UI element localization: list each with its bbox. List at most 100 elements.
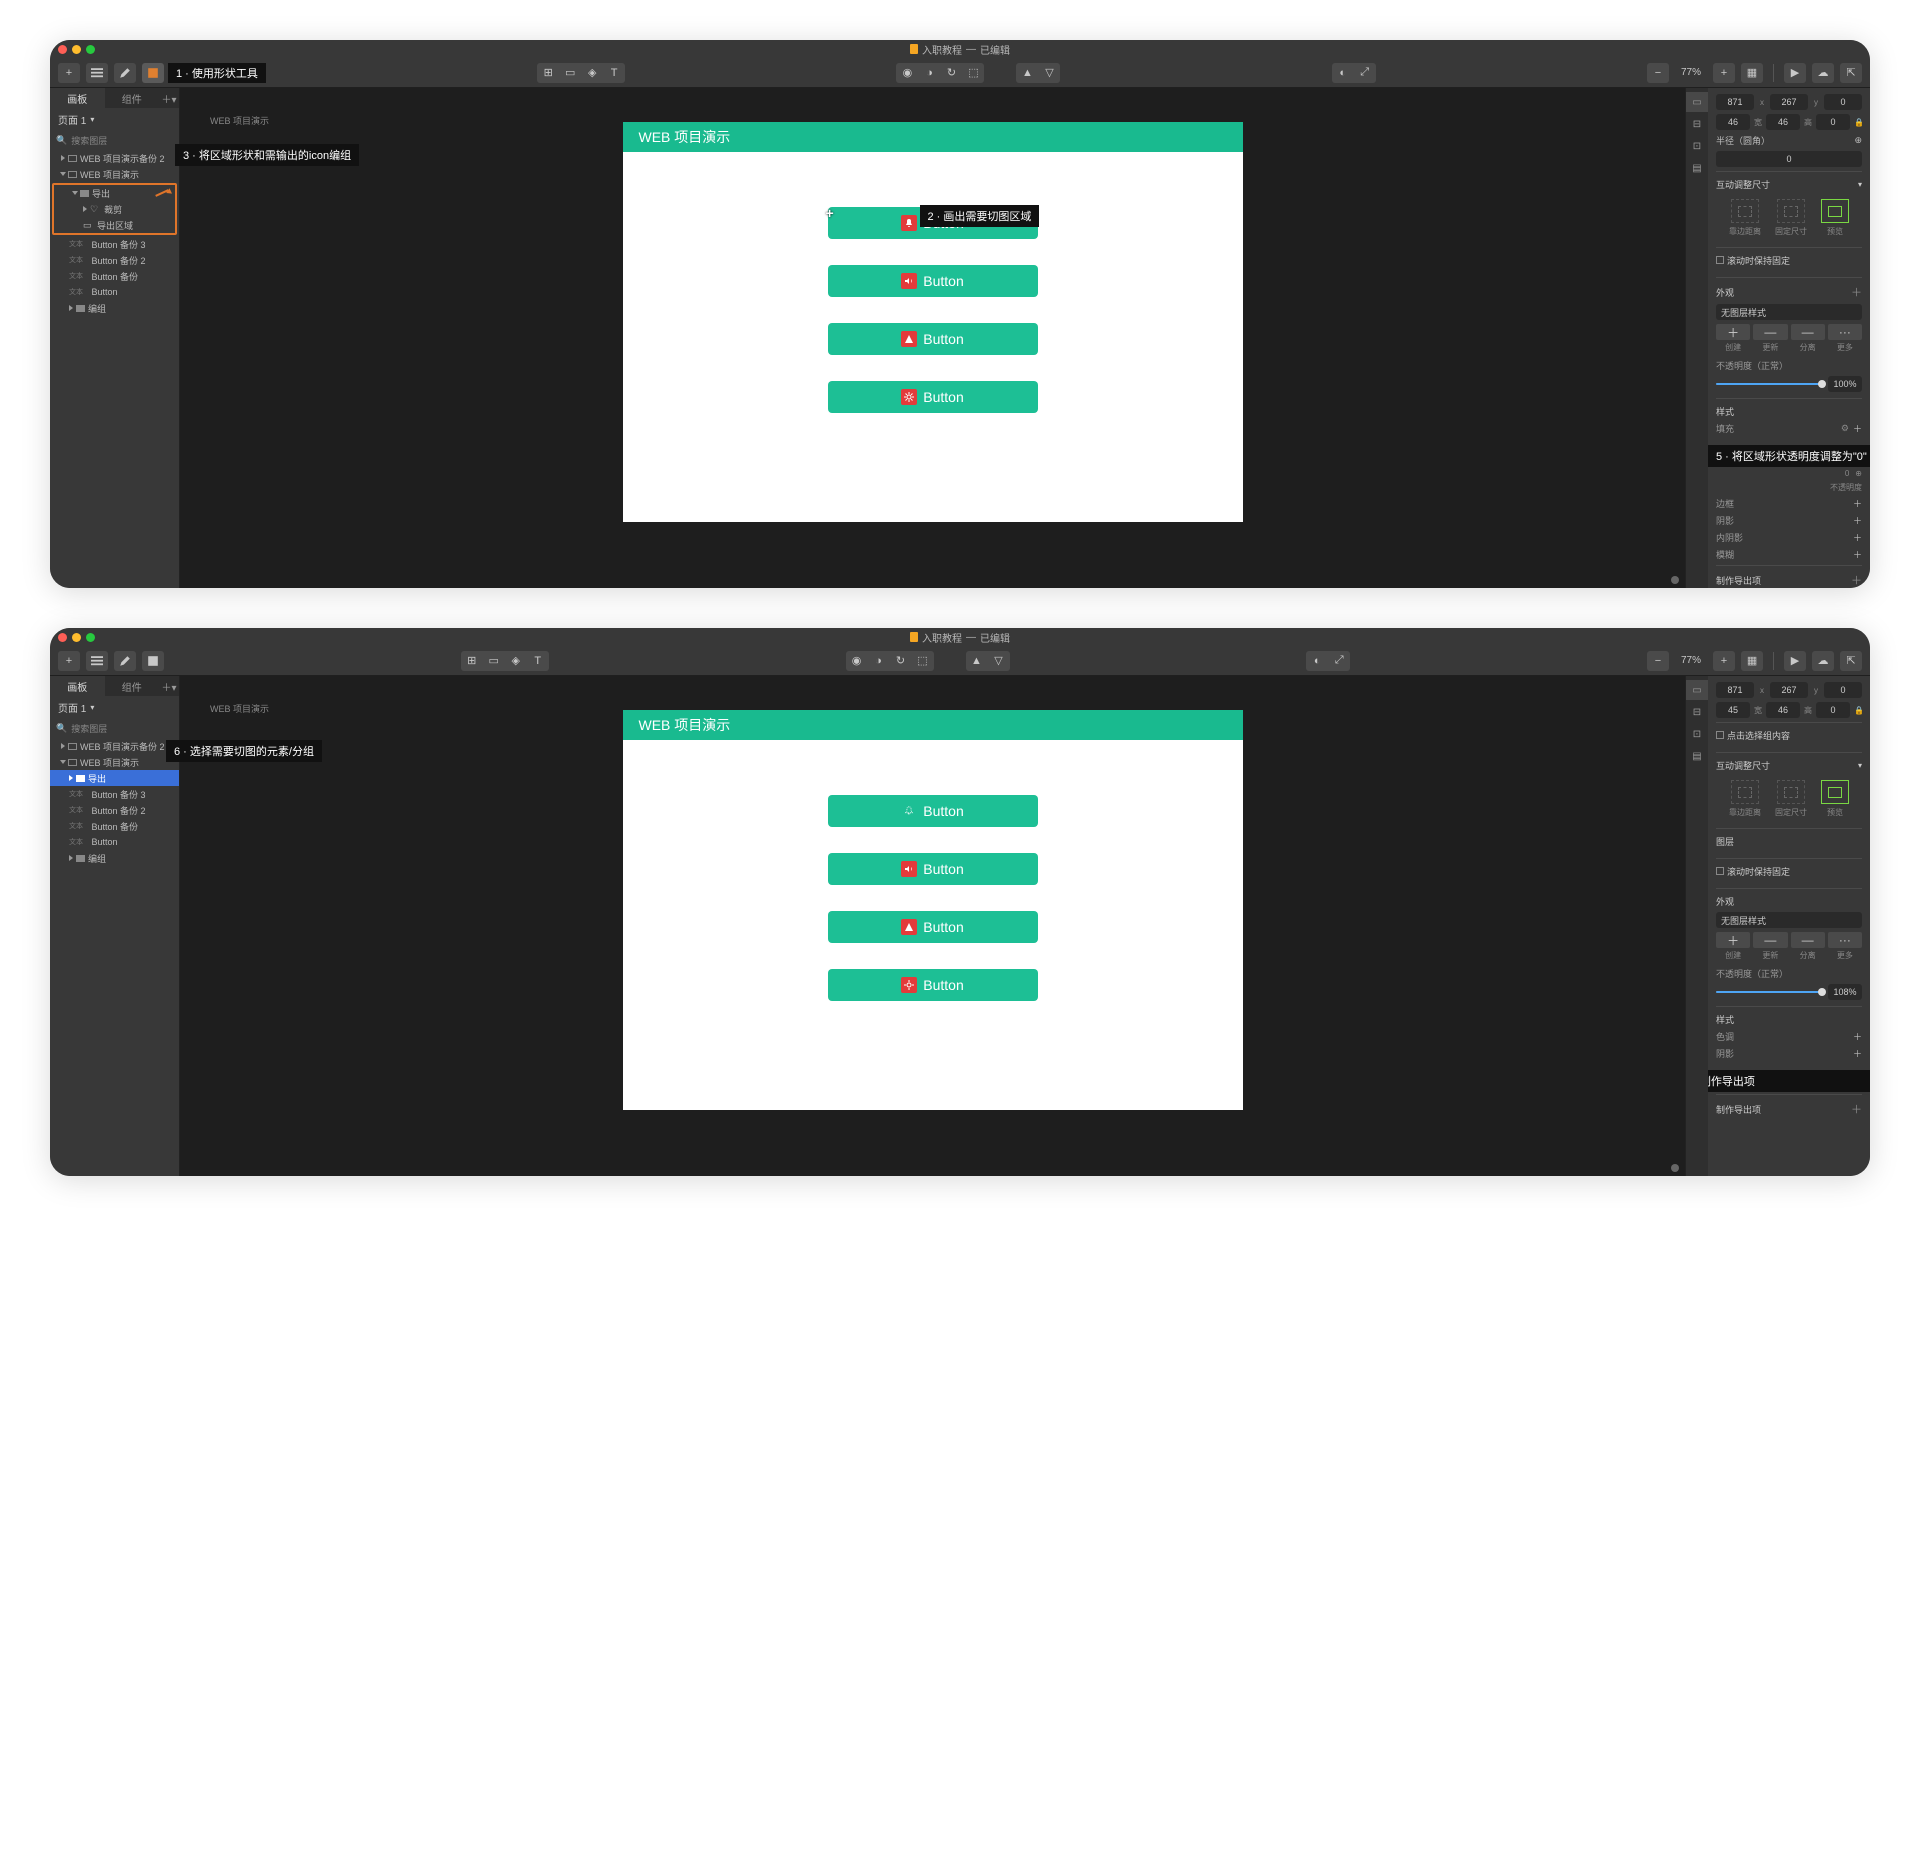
add-button[interactable]: +	[58, 63, 80, 83]
tab-components[interactable]: 组件	[105, 676, 160, 696]
group-button[interactable]: ⊞	[461, 651, 483, 671]
layer-row[interactable]: 文本 Button 备份	[50, 818, 179, 834]
layer-row[interactable]: 文本 Button 备份 3	[50, 236, 179, 252]
mask-button[interactable]: ◐	[1306, 651, 1328, 671]
tab-layers[interactable]: 画板	[50, 676, 105, 696]
backward-button[interactable]: ▽	[988, 651, 1010, 671]
op-update-button[interactable]: —	[1753, 324, 1787, 340]
layer-row[interactable]: 文本 Button 备份 3	[50, 786, 179, 802]
layer-row[interactable]: WEB 项目演示备份 2	[50, 738, 179, 754]
r-input[interactable]: 0	[1824, 682, 1862, 698]
opacity-slider[interactable]	[1716, 383, 1822, 385]
y-input[interactable]: 267	[1770, 94, 1808, 110]
layer-row[interactable]: 文本 Button	[50, 284, 179, 300]
fit-edge-button[interactable]	[1731, 780, 1759, 804]
artboard[interactable]: WEB 项目演示 Button Button Button Button	[623, 710, 1243, 1110]
blend-select[interactable]: 无图层样式	[1716, 304, 1862, 320]
cloud-button[interactable]: ☁	[1812, 651, 1834, 671]
op-detach-button[interactable]: —	[1791, 324, 1825, 340]
close-icon[interactable]	[58, 633, 67, 642]
artboard[interactable]: WEB 项目演示 + Button 2 · 画出需要切图区域 Button Bu…	[623, 122, 1243, 522]
zoom-out-button[interactable]: −	[1647, 63, 1669, 83]
scale-button[interactable]: ⤢	[1328, 651, 1350, 671]
layer-row[interactable]: ▭ 导出区域	[54, 217, 175, 233]
click-checkbox[interactable]	[1716, 731, 1724, 739]
layer-search[interactable]: 🔍 搜索图层	[50, 131, 179, 150]
bool-union-button[interactable]: ◉	[896, 63, 918, 83]
opacity-value[interactable]: 100%	[1828, 376, 1862, 392]
reorder-button[interactable]	[86, 63, 108, 83]
r2-input[interactable]: 0	[1816, 114, 1850, 130]
demo-button-2[interactable]: Button	[828, 265, 1038, 297]
opacity-value[interactable]: 108%	[1828, 984, 1862, 1000]
symbol-button[interactable]: ◈	[505, 651, 527, 671]
minimize-icon[interactable]	[72, 45, 81, 54]
close-icon[interactable]	[58, 45, 67, 54]
cloud-button[interactable]: ☁	[1812, 63, 1834, 83]
minimize-icon[interactable]	[72, 633, 81, 642]
layer-row[interactable]: WEB 项目演示备份 2	[50, 150, 179, 166]
h-input[interactable]: 46	[1766, 702, 1800, 718]
demo-button-3[interactable]: Button	[828, 911, 1038, 943]
y-input[interactable]: 267	[1770, 682, 1808, 698]
play-button[interactable]: ▶	[1784, 651, 1806, 671]
bool-union-button[interactable]: ◉	[846, 651, 868, 671]
inspect-tab-icon[interactable]: ▤	[1686, 746, 1708, 766]
demo-button-1[interactable]: Button	[828, 795, 1038, 827]
distribute-tab-icon[interactable]: ⊟	[1686, 114, 1708, 134]
x-input[interactable]: 871	[1716, 94, 1754, 110]
demo-button-4[interactable]: Button	[828, 969, 1038, 1001]
edit-button[interactable]	[114, 63, 136, 83]
demo-button-2[interactable]: Button	[828, 853, 1038, 885]
forward-button[interactable]: ▲	[1016, 63, 1038, 83]
layer-row[interactable]: 文本 Button 备份	[50, 268, 179, 284]
layer-row[interactable]: 导出	[54, 185, 175, 201]
text-button[interactable]: T	[603, 63, 625, 83]
fit-fixed-button[interactable]	[1777, 780, 1805, 804]
ungroup-button[interactable]: ▭	[483, 651, 505, 671]
gear-icon[interactable]: ⚙	[1841, 423, 1849, 434]
panel-menu-button[interactable]: ＋▾	[159, 88, 179, 108]
symbol-button[interactable]: ◈	[581, 63, 603, 83]
tab-layers[interactable]: 画板	[50, 88, 105, 108]
zoom-in-button[interactable]: +	[1713, 63, 1735, 83]
x-input[interactable]: 871	[1716, 682, 1754, 698]
align-tab-icon[interactable]: ▭	[1686, 680, 1708, 700]
layer-row[interactable]: WEB 项目演示	[50, 754, 179, 770]
inspect-tab-icon[interactable]: ▤	[1686, 158, 1708, 178]
export-button[interactable]: ⇱	[1840, 651, 1862, 671]
view-button[interactable]: ▦	[1741, 651, 1763, 671]
zoom-icon[interactable]	[86, 633, 95, 642]
tab-components[interactable]: 组件	[105, 88, 160, 108]
prototype-tab-icon[interactable]: ⊡	[1686, 724, 1708, 744]
page-selector[interactable]: 页面 1▾	[50, 108, 179, 131]
zoom-out-button[interactable]: −	[1647, 651, 1669, 671]
shape-square-button[interactable]	[142, 63, 164, 83]
radius-input[interactable]: 0	[1716, 151, 1862, 167]
prototype-tab-icon[interactable]: ⊡	[1686, 136, 1708, 156]
r2-input[interactable]: 0	[1816, 702, 1850, 718]
bool-subtract-button[interactable]: ◑	[918, 63, 940, 83]
layer-row[interactable]: WEB 项目演示	[50, 166, 179, 182]
sec-export-label[interactable]: 制作导出项	[1716, 1103, 1761, 1116]
demo-button-4[interactable]: Button	[828, 381, 1038, 413]
h-input[interactable]: 46	[1766, 114, 1800, 130]
zoom-icon[interactable]	[86, 45, 95, 54]
w-input[interactable]: 45	[1716, 702, 1750, 718]
add-button[interactable]: +	[58, 651, 80, 671]
layer-row[interactable]: 文本 Button	[50, 834, 179, 850]
op-update-button[interactable]: —	[1753, 932, 1787, 948]
layer-search[interactable]: 🔍 搜索图层	[50, 719, 179, 738]
mask-button[interactable]: ◐	[1332, 63, 1354, 83]
layer-row[interactable]: 文本 Button 备份 2	[50, 802, 179, 818]
layer-row[interactable]: 文本 Button 备份 2	[50, 252, 179, 268]
op-more-button[interactable]: ···	[1828, 932, 1862, 948]
layer-row[interactable]: ♡裁剪	[54, 201, 175, 217]
fit-preview-button[interactable]	[1821, 780, 1849, 804]
backward-button[interactable]: ▽	[1038, 63, 1060, 83]
fit-fixed-button[interactable]	[1777, 199, 1805, 223]
bool-subtract-button[interactable]: ◑	[868, 651, 890, 671]
demo-button-3[interactable]: Button	[828, 323, 1038, 355]
layer-row[interactable]: 编组	[50, 300, 179, 316]
canvas[interactable]: 6 · 选择需要切图的元素/分组 WEB 项目演示 WEB 项目演示 Butto…	[180, 676, 1685, 1176]
